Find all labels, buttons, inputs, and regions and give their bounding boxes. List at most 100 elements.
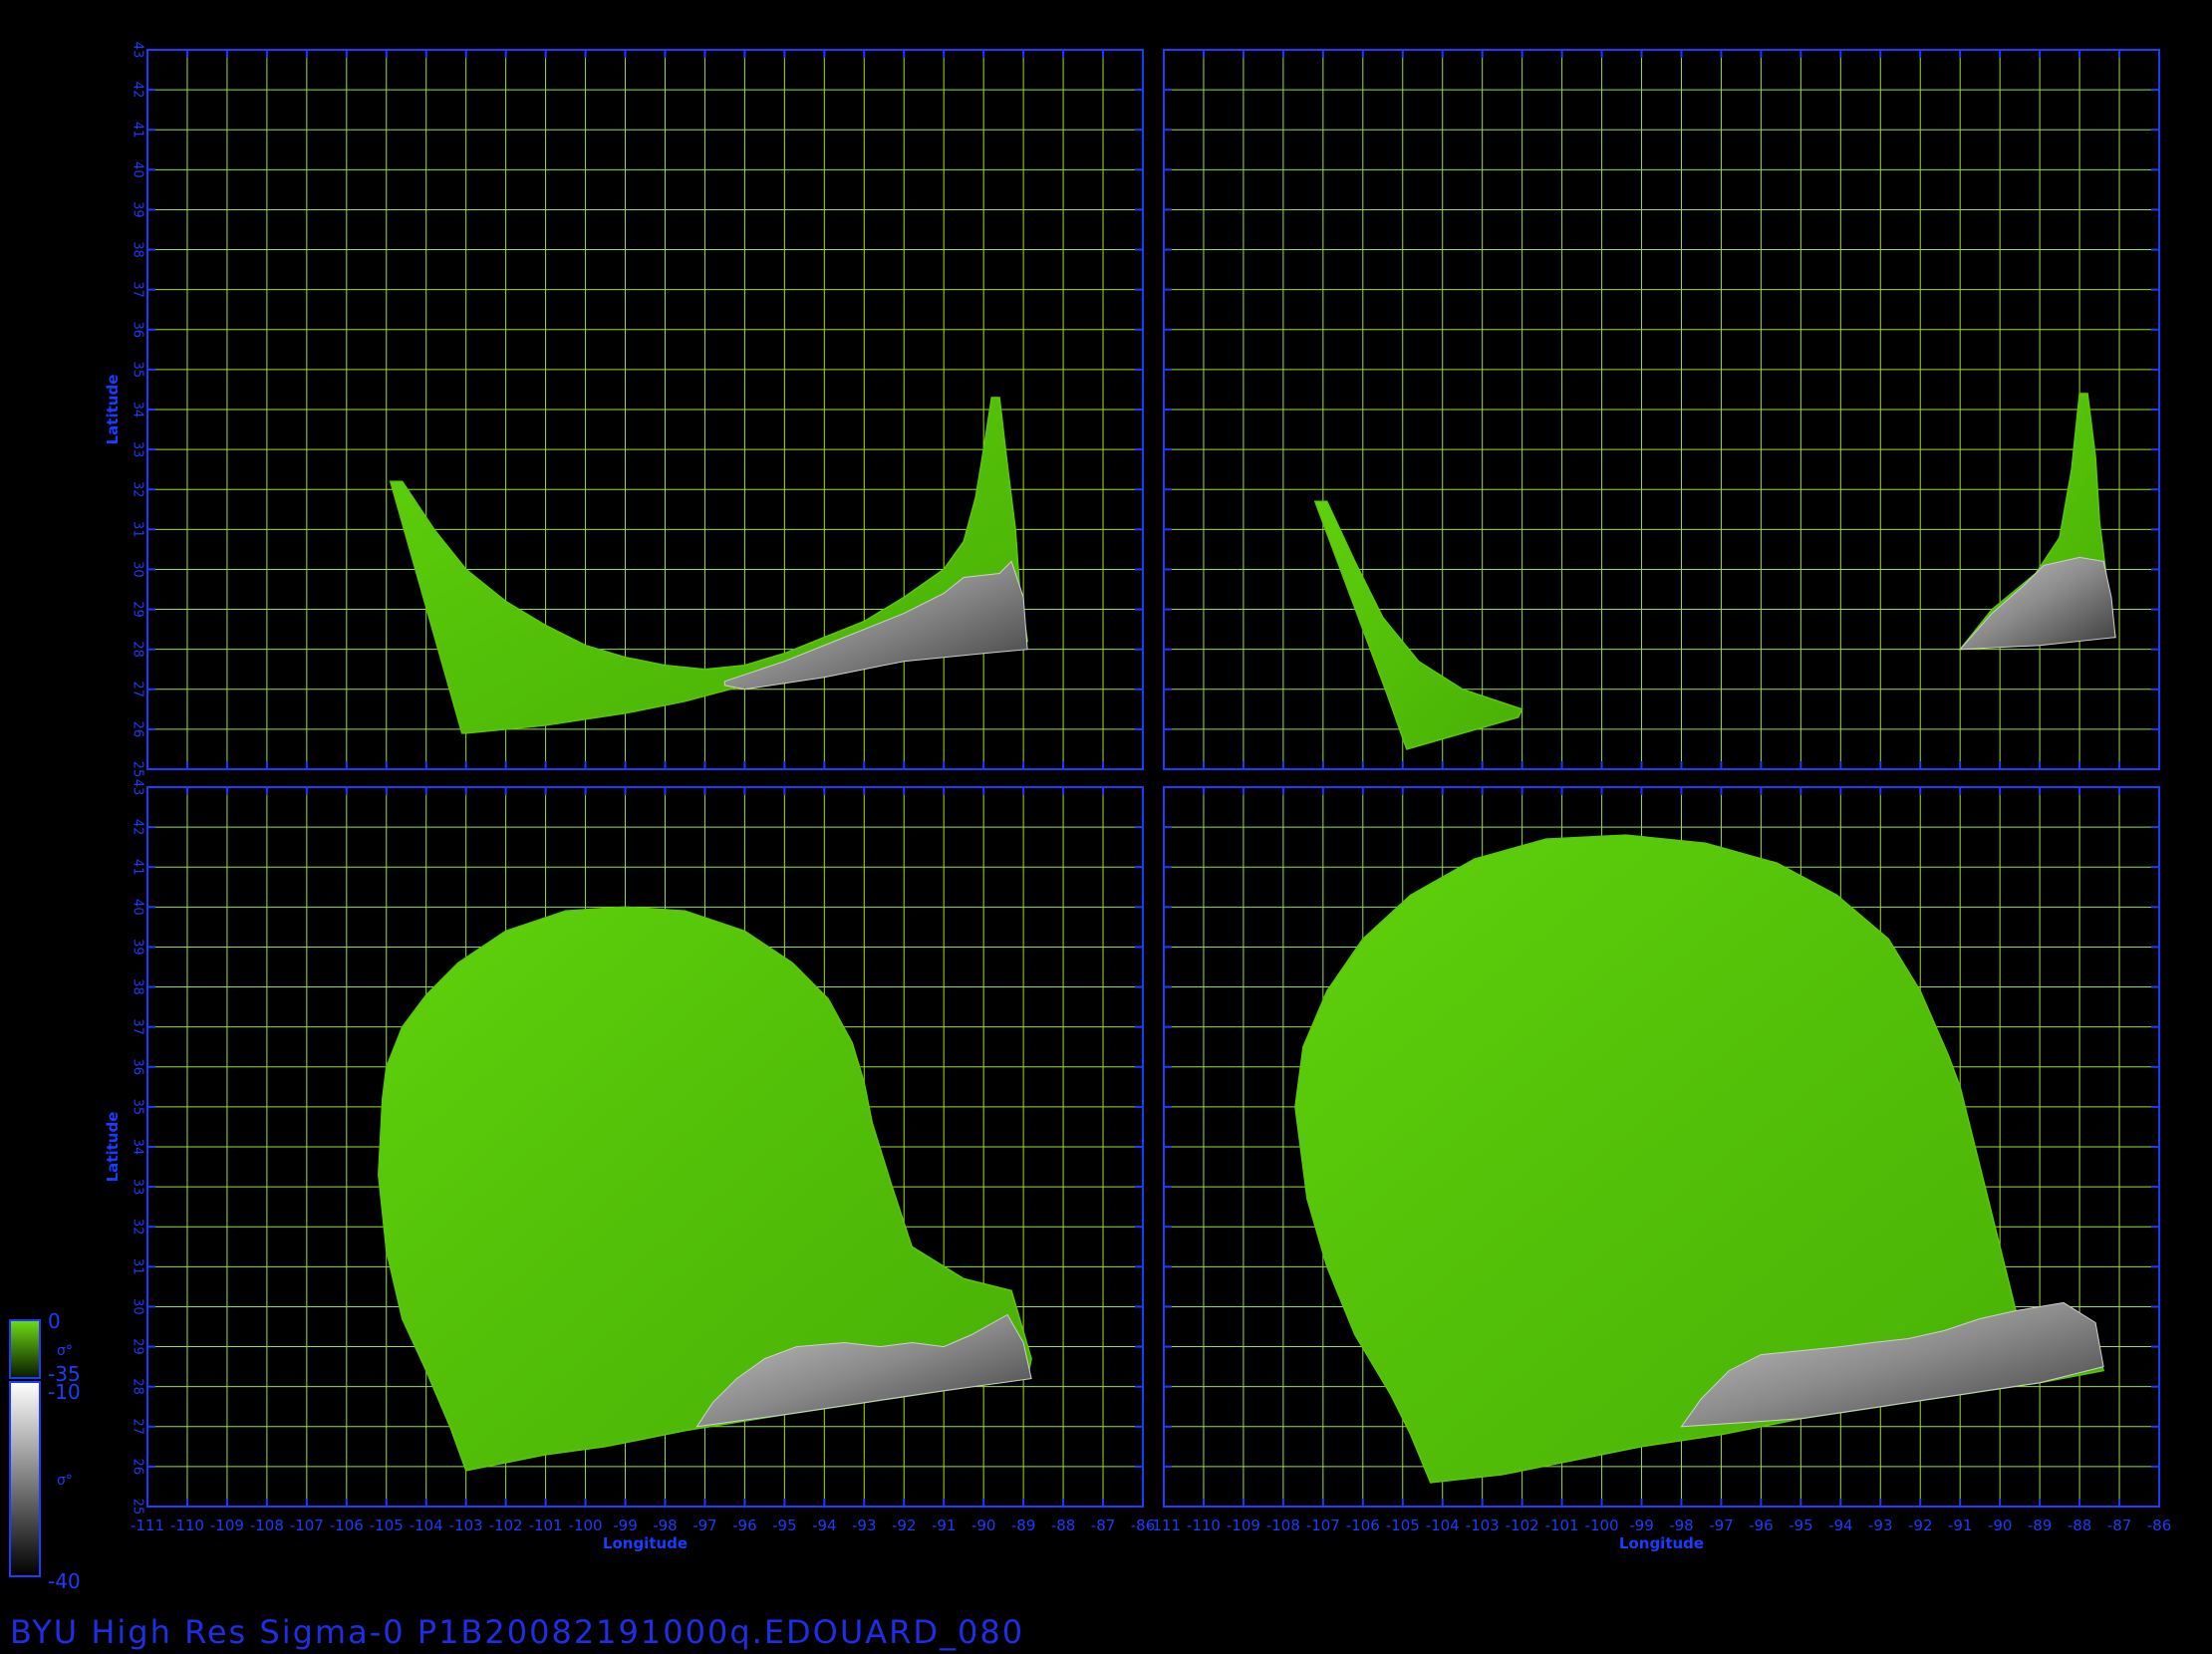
- lon-tick-label: -93: [852, 1516, 877, 1534]
- lon-tick-label: -108: [1266, 1516, 1300, 1534]
- lon-tick-label: -101: [529, 1516, 563, 1534]
- colorbar: 0 σ° -35 -10 σ° -40: [9, 1309, 81, 1593]
- lon-tick-label: -86: [2147, 1516, 2172, 1534]
- lon-tick-label: -103: [1466, 1516, 1500, 1534]
- lon-tick-label: -94: [1828, 1516, 1853, 1534]
- map-panels: 25 26 27 28 29 30 31 32 33 34 35 36 37 38 39 40 41 42 43 La…: [104, 42, 2171, 1552]
- lon-tick-label: -107: [290, 1516, 324, 1534]
- lat-tick-label: 25: [131, 761, 145, 778]
- lon-tick-label: -90: [1988, 1516, 2013, 1534]
- colorbar-ocean-top: 0: [48, 1309, 61, 1333]
- lat-tick-label: 43: [131, 42, 145, 59]
- lat-tick-label: 32: [131, 481, 145, 498]
- lat-tick-label: 38: [131, 241, 145, 258]
- colorbar-land-top: -10: [48, 1380, 81, 1404]
- lat-tick-label: 36: [131, 1059, 145, 1076]
- lon-tick-label: -107: [1306, 1516, 1340, 1534]
- lat-tick-label: 29: [131, 601, 145, 618]
- lon-tick-label: -93: [1868, 1516, 1893, 1534]
- lon-tick-label: -104: [1426, 1516, 1460, 1534]
- x-axis-label: Longitude: [1619, 1534, 1704, 1552]
- lat-tick-label: 40: [131, 161, 145, 178]
- ocean-colorbar: [9, 1319, 41, 1379]
- lon-tick-label: -88: [1051, 1516, 1076, 1534]
- lon-tick-label: -101: [1545, 1516, 1579, 1534]
- lat-tick-label: 32: [131, 1219, 145, 1236]
- lat-tick-label: 38: [131, 978, 145, 995]
- lat-tick-label: 41: [131, 122, 145, 138]
- lon-tick-label: -111: [1147, 1516, 1181, 1534]
- lat-tick-label: 33: [131, 441, 145, 458]
- lon-tick-label: -91: [932, 1516, 957, 1534]
- lon-tick-label: -99: [1629, 1516, 1654, 1534]
- lon-tick-label: -110: [170, 1516, 204, 1534]
- lon-tick-label: -87: [2107, 1516, 2132, 1534]
- lat-tick-label: 30: [131, 1298, 145, 1315]
- colorbar-ocean-symbol: σ°: [57, 1343, 73, 1359]
- lon-tick-label: -97: [1709, 1516, 1734, 1534]
- lon-tick-label: -102: [1506, 1516, 1539, 1534]
- lon-tick-label: -89: [2028, 1516, 2053, 1534]
- colorbar-land-bottom: -40: [48, 1569, 81, 1593]
- ocean-swath: [1313, 500, 1523, 750]
- lat-tick-label: 35: [131, 362, 145, 379]
- lon-tick-label: -111: [131, 1516, 164, 1534]
- lon-tick-label: -109: [1227, 1516, 1260, 1534]
- lon-tick-label: -94: [812, 1516, 837, 1534]
- lon-tick-label: -104: [410, 1516, 443, 1534]
- lon-tick-label: -106: [330, 1516, 364, 1534]
- lon-tick-label: -98: [653, 1516, 678, 1534]
- lat-tick-label: 25: [131, 1499, 145, 1516]
- map-panel-top-right: [1163, 49, 2160, 770]
- lon-tick-label: -89: [1011, 1516, 1036, 1534]
- lat-tick-label: 31: [131, 521, 145, 538]
- lon-tick-label: -96: [732, 1516, 757, 1534]
- y-axis-label: Latitude: [104, 1112, 122, 1183]
- lat-tick-label: 26: [131, 721, 145, 738]
- lon-tick-label: -91: [1948, 1516, 1973, 1534]
- lat-tick-label: 43: [131, 779, 145, 796]
- lon-tick-label: -95: [772, 1516, 797, 1534]
- lon-tick-label: -110: [1187, 1516, 1221, 1534]
- lon-tick-label: -108: [250, 1516, 284, 1534]
- grid-lines: [1163, 49, 2160, 770]
- lon-tick-label: -102: [489, 1516, 523, 1534]
- lon-tick-label: -90: [971, 1516, 996, 1534]
- y-axis-label: Latitude: [104, 375, 122, 445]
- x-axis-label: Longitude: [603, 1534, 688, 1552]
- lon-tick-label: -106: [1346, 1516, 1380, 1534]
- lat-tick-label: 39: [131, 201, 145, 218]
- figure-title: BYU High Res Sigma-0 P1B20082191000q.EDO…: [10, 1613, 1025, 1651]
- lon-tick-label: -88: [2068, 1516, 2092, 1534]
- lat-tick-label: 31: [131, 1258, 145, 1275]
- lat-tick-label: 27: [131, 682, 145, 698]
- lat-tick-label: 34: [131, 1139, 145, 1156]
- map-panel-bottom-left: 25 26 27 28 29 30 31 32 33 34 35 36 37 38 39 40 41 42 43 La…: [104, 779, 1155, 1552]
- lon-tick-label: -105: [1386, 1516, 1420, 1534]
- lat-tick-label: 33: [131, 1179, 145, 1196]
- lat-tick-label: 30: [131, 561, 145, 578]
- lon-tick-label: -92: [1908, 1516, 1933, 1534]
- lat-tick-label: 42: [131, 819, 145, 836]
- colorbar-land-symbol: σ°: [57, 1473, 73, 1489]
- lat-tick-label: 28: [131, 641, 145, 658]
- lat-tick-label: 35: [131, 1099, 145, 1116]
- ocean-swath: [389, 397, 1028, 734]
- lat-tick-label: 37: [131, 1018, 145, 1035]
- map-panel-top-left: 25 26 27 28 29 30 31 32 33 34 35 36 37 38 39 40 41 42 43 La…: [104, 42, 1144, 778]
- lat-tick-label: 28: [131, 1378, 145, 1395]
- lat-tick-label: 39: [131, 939, 145, 956]
- lon-tick-label: -100: [569, 1516, 603, 1534]
- lon-tick-label: -95: [1789, 1516, 1813, 1534]
- lat-tick-label: 27: [131, 1419, 145, 1436]
- sigma0-map-figure: 25 26 27 28 29 30 31 32 33 34 35 36 37 38 39 40 41 42 43 La…: [9, 42, 2171, 1593]
- lat-tick-label: 42: [131, 82, 145, 99]
- land-swath: [723, 560, 1028, 690]
- lon-tick-label: -98: [1669, 1516, 1694, 1534]
- lon-tick-label: -105: [370, 1516, 404, 1534]
- land-colorbar: [9, 1381, 41, 1577]
- lat-tick-label: 40: [131, 899, 145, 916]
- lat-tick-label: 26: [131, 1459, 145, 1476]
- map-panel-bottom-right: -111 -110 -109 -108 -107 -106 -105 -104 -103 -102…: [1147, 786, 2172, 1552]
- lat-tick-label: 34: [131, 402, 145, 418]
